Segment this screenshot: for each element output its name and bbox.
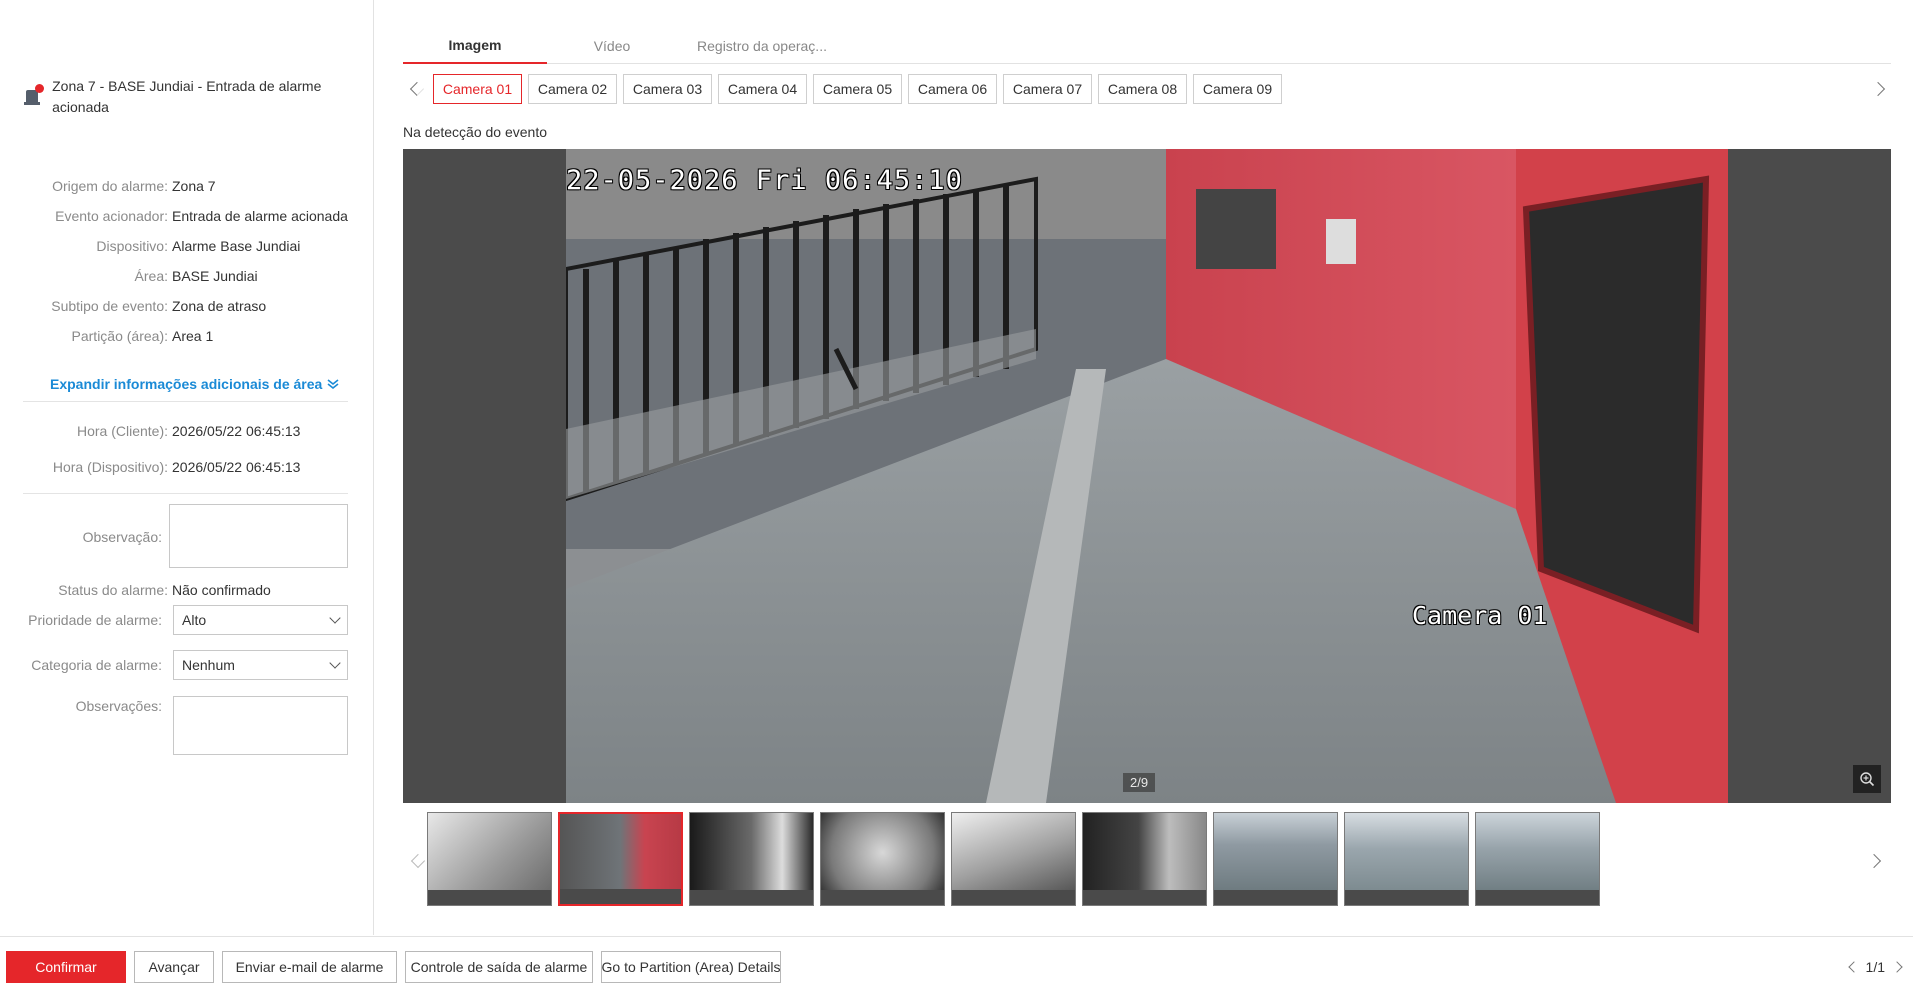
status-row: Status do alarme: Não confirmado	[0, 580, 374, 600]
tab-operation-log[interactable]: Registro da operaç...	[677, 28, 847, 64]
thumbnail-camera-05[interactable]	[951, 812, 1076, 906]
status-value: Não confirmado	[172, 582, 271, 598]
thumbnail-camera-07[interactable]	[1213, 812, 1338, 906]
detail-row-area: Área: BASE Jundiai	[0, 266, 374, 286]
detail-row-device: Dispositivo: Alarme Base Jundiai	[0, 236, 374, 256]
alarm-title: Zona 7 - BASE Jundiai - Entrada de alarm…	[52, 78, 322, 115]
send-alarm-email-button[interactable]: Enviar e-mail de alarme	[222, 951, 397, 983]
double-chevron-down-icon	[327, 379, 339, 390]
camera-selector: Camera 01 Camera 02 Camera 03 Camera 04 …	[403, 74, 1891, 104]
detail-label: Subtipo de evento:	[51, 298, 168, 314]
camera-button-07[interactable]: Camera 07	[1003, 74, 1092, 104]
page-prev-icon[interactable]	[1847, 961, 1860, 973]
expand-area-info-label: Expandir informações adicionais de área	[50, 376, 323, 392]
category-label: Categoria de alarme:	[31, 657, 162, 673]
chevron-down-icon	[329, 612, 341, 624]
detail-value: Area 1	[172, 328, 214, 344]
image-counter: 2/9	[1123, 773, 1156, 792]
detail-label: Partição (área):	[71, 328, 168, 344]
expand-area-info-link[interactable]: Expandir informações adicionais de área	[50, 376, 340, 392]
pagination: 1/1	[1847, 959, 1903, 975]
alarm-detail-panel: Zona 7 - BASE Jundiai - Entrada de alarm…	[0, 0, 374, 935]
remarks-input[interactable]	[173, 696, 348, 755]
action-footer: Confirmar Avançar Enviar e-mail de alarm…	[0, 936, 1913, 990]
camera-button-06[interactable]: Camera 06	[908, 74, 997, 104]
time-label: Hora (Dispositivo):	[52, 459, 168, 475]
time-row-device: Hora (Dispositivo): 2026/05/22 06:45:13	[0, 457, 374, 477]
time-value: 2026/05/22 06:45:13	[172, 423, 301, 439]
chevron-down-icon	[329, 657, 341, 669]
thumbnail-camera-02[interactable]	[558, 812, 683, 906]
camera-next-arrow-icon[interactable]	[1870, 81, 1886, 97]
page-next-icon[interactable]	[1891, 961, 1903, 973]
thumbnail-camera-04[interactable]	[820, 812, 945, 906]
zoom-in-icon	[1860, 772, 1875, 787]
image-viewer[interactable]: 22-05-2026 Fri 06:45:10 Camera 01 2/9	[403, 149, 1891, 803]
divider	[23, 401, 348, 402]
thumb-next-arrow-icon[interactable]	[1866, 853, 1882, 869]
time-label: Hora (Cliente):	[76, 423, 168, 439]
detail-value: Alarme Base Jundiai	[172, 238, 301, 254]
camera-button-03[interactable]: Camera 03	[623, 74, 712, 104]
detail-value: BASE Jundiai	[172, 268, 258, 284]
alarm-header: Zona 7 - BASE Jundiai - Entrada de alarm…	[24, 76, 354, 118]
media-tabs: Imagem Vídeo Registro da operaç...	[403, 28, 1891, 64]
confirm-button[interactable]: Confirmar	[6, 951, 126, 983]
detail-value: Entrada de alarme acionada	[172, 208, 348, 224]
page-indicator: 1/1	[1865, 959, 1885, 975]
thumb-prev-arrow-icon[interactable]	[410, 853, 426, 869]
camera-button-02[interactable]: Camera 02	[528, 74, 617, 104]
camera-button-05[interactable]: Camera 05	[813, 74, 902, 104]
osd-camera-name: Camera 01	[1412, 601, 1548, 630]
divider	[23, 493, 348, 494]
detail-label: Evento acionador:	[55, 208, 168, 224]
category-selected: Nenhum	[182, 657, 235, 673]
capture-caption: Na detecção do evento	[403, 124, 547, 140]
partition-details-button[interactable]: Go to Partition (Area) Details	[601, 951, 781, 983]
priority-selected: Alto	[182, 612, 207, 628]
camera-button-04[interactable]: Camera 04	[718, 74, 807, 104]
observation-input[interactable]	[169, 504, 348, 568]
camera-snapshot: 22-05-2026 Fri 06:45:10 Camera 01	[566, 149, 1728, 803]
detail-label: Área:	[134, 268, 168, 284]
thumbnail-strip	[403, 812, 1891, 908]
thumbnail-camera-01[interactable]	[427, 812, 552, 906]
time-row-client: Hora (Cliente): 2026/05/22 06:45:13	[0, 421, 374, 441]
camera-button-08[interactable]: Camera 08	[1098, 74, 1187, 104]
camera-button-09[interactable]: Camera 09	[1193, 74, 1282, 104]
detail-label: Origem do alarme:	[52, 178, 168, 194]
alarm-output-control-button[interactable]: Controle de saída de alarme	[405, 951, 593, 983]
category-select[interactable]: Nenhum	[173, 650, 348, 680]
status-label: Status do alarme:	[58, 582, 168, 598]
advance-button[interactable]: Avançar	[134, 951, 214, 983]
remarks-label: Observações:	[75, 698, 162, 714]
thumbnail-camera-08[interactable]	[1344, 812, 1469, 906]
tab-video[interactable]: Vídeo	[547, 28, 677, 64]
thumbnail-camera-06[interactable]	[1082, 812, 1207, 906]
detail-value: Zona de atraso	[172, 298, 267, 314]
detail-row-origin: Origem do alarme: Zona 7	[0, 176, 374, 196]
snapshot-image	[566, 149, 1728, 803]
priority-select[interactable]: Alto	[173, 605, 348, 635]
detail-label: Dispositivo:	[96, 238, 168, 254]
osd-timestamp: 22-05-2026 Fri 06:45:10	[566, 165, 963, 196]
thumbnail-camera-09[interactable]	[1475, 812, 1600, 906]
detail-row-partition: Partição (área): Area 1	[0, 326, 374, 346]
camera-button-01[interactable]: Camera 01	[433, 74, 522, 104]
thumbnail-camera-03[interactable]	[689, 812, 814, 906]
detail-row-subtype: Subtipo de evento: Zona de atraso	[0, 296, 374, 316]
observation-label: Observação:	[82, 529, 162, 545]
zoom-in-button[interactable]	[1853, 765, 1881, 793]
tab-image[interactable]: Imagem	[403, 28, 547, 64]
priority-label: Prioridade de alarme:	[28, 612, 162, 628]
camera-prev-arrow-icon[interactable]	[409, 81, 425, 97]
time-value: 2026/05/22 06:45:13	[172, 459, 301, 475]
alarm-input-icon	[24, 84, 44, 106]
detail-row-trigger: Evento acionador: Entrada de alarme acio…	[0, 206, 374, 226]
detail-value: Zona 7	[172, 178, 216, 194]
